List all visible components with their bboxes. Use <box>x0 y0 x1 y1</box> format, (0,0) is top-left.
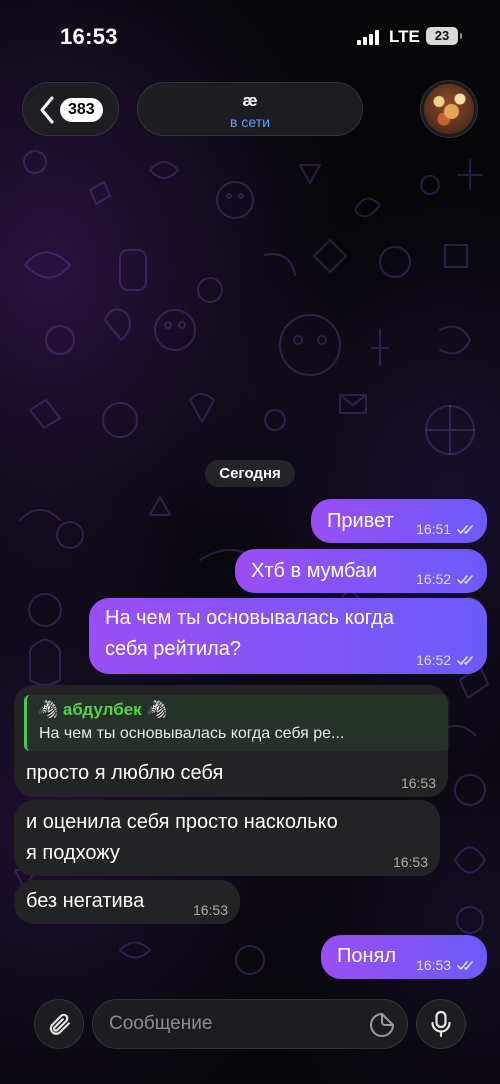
reply-text: На чем ты основывалась когда себя ре... <box>39 725 345 742</box>
message-text: Хтб в мумбаи <box>251 560 378 582</box>
message-outgoing[interactable]: На чем ты основывалась когда себя рейтил… <box>89 598 487 674</box>
message-outgoing[interactable]: Хтб в мумбаи 16:52 <box>235 549 487 593</box>
attach-button[interactable] <box>34 999 84 1049</box>
message-time: 16:51 <box>416 521 452 537</box>
microphone-icon <box>431 1010 451 1038</box>
battery-icon: 23 <box>426 27 462 45</box>
battery-level: 23 <box>434 28 450 43</box>
message-text: Понял <box>337 945 397 967</box>
chat-name: æ <box>242 91 258 110</box>
message-text-line: На чем ты основывалась когда <box>105 607 394 629</box>
message-time: 16:53 <box>192 902 228 918</box>
message-outgoing[interactable]: Понял 16:53 <box>321 935 487 979</box>
reply-author: 🦓 абдулбек 🦓 <box>37 700 168 719</box>
chat-status: в сети <box>230 114 270 130</box>
avatar <box>424 84 474 134</box>
message-time: 16:53 <box>400 775 436 791</box>
sticker-icon[interactable] <box>369 1012 395 1038</box>
network-type: LTE <box>389 27 420 46</box>
message-incoming[interactable]: 🦓 абдулбек 🦓 На чем ты основывалась когд… <box>14 685 450 797</box>
message-text-line: я подхожу <box>26 842 120 864</box>
back-button[interactable]: 383 <box>22 82 119 136</box>
microphone-button[interactable] <box>416 999 466 1049</box>
message-text-line: и оценила себя просто насколько <box>26 811 338 833</box>
chevron-left-icon <box>40 96 54 124</box>
message-meta: 16:52 <box>416 651 477 668</box>
unread-count-badge: 383 <box>60 98 103 122</box>
message-meta: 16:51 <box>416 520 477 537</box>
message-input[interactable] <box>109 1000 359 1048</box>
message-incoming[interactable]: и оценила себя просто насколько я подхож… <box>14 800 440 876</box>
message-input-field[interactable] <box>92 999 408 1049</box>
message-time: 16:52 <box>416 652 452 668</box>
message-meta: 16:52 <box>416 570 477 587</box>
avatar-button[interactable] <box>420 80 478 138</box>
double-check-icon <box>457 524 473 534</box>
message-time: 16:53 <box>392 854 428 870</box>
double-check-icon <box>457 960 473 970</box>
message-text: без негатива <box>26 890 145 912</box>
status-bar: 16:53 LTE 23 <box>0 0 500 72</box>
status-time: 16:53 <box>60 24 118 49</box>
reply-quote[interactable]: 🦓 абдулбек 🦓 На чем ты основывалась когд… <box>24 695 450 751</box>
message-text-line: себя рейтила? <box>105 638 241 660</box>
message-text: просто я люблю себя <box>26 762 224 784</box>
message-meta: 16:53 <box>416 956 477 973</box>
double-check-icon <box>457 655 473 665</box>
chat-title-button[interactable]: æ в сети <box>137 82 363 136</box>
message-time: 16:53 <box>416 957 452 973</box>
paperclip-icon <box>49 1013 70 1035</box>
message-outgoing[interactable]: Привет 16:51 <box>311 499 487 543</box>
date-separator: Сегодня <box>205 460 295 487</box>
message-incoming[interactable]: без негатива 16:53 <box>14 880 240 924</box>
cellular-signal-icon <box>357 30 381 45</box>
message-text: Привет <box>327 510 394 532</box>
message-time: 16:52 <box>416 571 452 587</box>
double-check-icon <box>457 574 473 584</box>
